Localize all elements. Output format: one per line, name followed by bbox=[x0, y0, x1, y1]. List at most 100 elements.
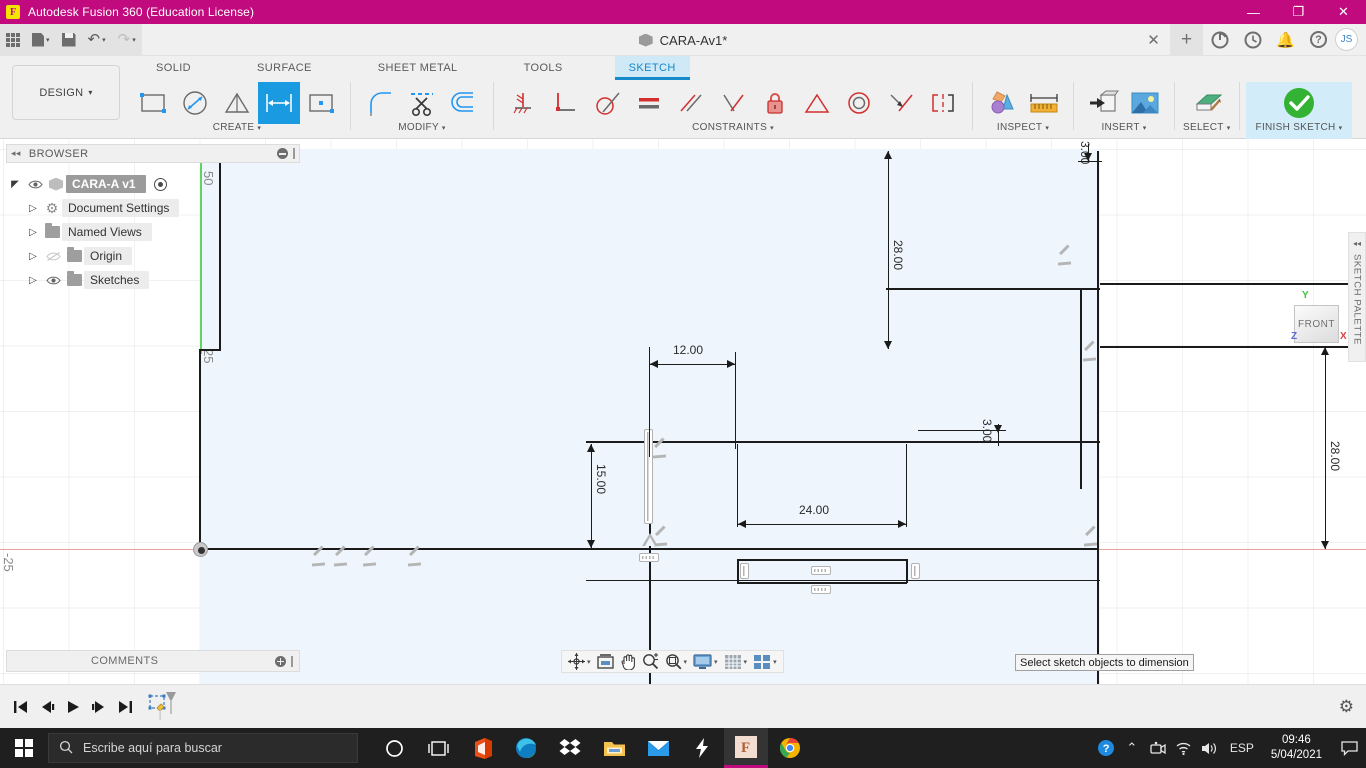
inspect-shapes-icon[interactable] bbox=[981, 82, 1023, 124]
expand-arrow-icon[interactable]: ▷ bbox=[24, 227, 42, 238]
expand-arrow-icon[interactable]: ▷ bbox=[24, 203, 42, 214]
coincident-constraint-slot-right[interactable] bbox=[911, 563, 920, 579]
select-brush-icon[interactable] bbox=[1186, 82, 1228, 124]
line-slot-icon[interactable] bbox=[216, 82, 258, 124]
step-forward-icon[interactable] bbox=[86, 692, 112, 722]
equal-icon[interactable] bbox=[628, 82, 670, 124]
zoom-icon[interactable] bbox=[639, 651, 662, 672]
slot-centerline[interactable] bbox=[586, 580, 1100, 581]
activate-component-radio[interactable] bbox=[153, 177, 167, 191]
volume-icon[interactable] bbox=[1197, 728, 1223, 768]
ellipse-icon[interactable] bbox=[174, 82, 216, 124]
visibility-eye-icon[interactable] bbox=[24, 179, 46, 190]
tab-tools[interactable]: TOOLS bbox=[510, 56, 577, 80]
chevron-down-icon[interactable]: ▾ bbox=[744, 658, 748, 666]
rectangle-icon[interactable] bbox=[132, 82, 174, 124]
orbit-icon[interactable]: ▾ bbox=[565, 651, 594, 672]
minimize-button[interactable]: — bbox=[1231, 0, 1276, 24]
expand-arrow-icon[interactable]: ▷ bbox=[24, 275, 42, 286]
dim-15-line[interactable] bbox=[591, 444, 592, 548]
coincident-constraint-slot-left[interactable] bbox=[740, 563, 749, 579]
expand-arrow-icon[interactable]: ◤ bbox=[6, 179, 24, 190]
mail-icon[interactable] bbox=[636, 728, 680, 768]
step-back-icon[interactable] bbox=[34, 692, 60, 722]
dim-28-right-text[interactable]: 28.00 bbox=[1328, 441, 1342, 471]
sketch-palette-tab[interactable]: ◂◂ SKETCH PALETTE bbox=[1348, 232, 1366, 362]
fillet-icon[interactable] bbox=[359, 82, 401, 124]
profile-edge-inner-vertical[interactable] bbox=[1080, 289, 1082, 489]
timeline-settings-icon[interactable]: ⚙ bbox=[1339, 697, 1354, 717]
dim-24-text[interactable]: 24.00 bbox=[799, 503, 829, 517]
comments-panel[interactable]: COMMENTS bbox=[6, 650, 300, 672]
expand-arrow-icon[interactable]: ▷ bbox=[24, 251, 42, 262]
perpendicular-constraint-3[interactable] bbox=[362, 552, 378, 568]
new-document-icon[interactable]: ▾ bbox=[26, 24, 56, 56]
pan-hand-icon[interactable] bbox=[617, 651, 639, 672]
apps-grid-icon[interactable] bbox=[0, 24, 26, 56]
look-at-icon[interactable] bbox=[594, 651, 617, 672]
comments-resize-grip[interactable] bbox=[291, 655, 293, 667]
dim-28-left-text[interactable]: 28.00 bbox=[891, 240, 905, 270]
coincident-constraint-slot-center[interactable] bbox=[811, 566, 831, 575]
view-cube[interactable]: FRONT Y X Z bbox=[1291, 290, 1347, 343]
tree-item-cara-a-v1[interactable]: ◤ CARA-A v1 bbox=[6, 172, 300, 196]
help-icon[interactable]: ? bbox=[1302, 24, 1335, 56]
finish-sketch-check-icon[interactable] bbox=[1278, 82, 1320, 124]
perpendicular-constraint-2[interactable] bbox=[333, 552, 349, 568]
profile-edge-top-right[interactable] bbox=[1100, 283, 1366, 285]
play-icon[interactable] bbox=[60, 692, 86, 722]
perpendicular-constraint-4[interactable] bbox=[407, 552, 423, 568]
coincident-constraint-bottom[interactable] bbox=[639, 553, 659, 562]
save-icon[interactable] bbox=[56, 24, 82, 56]
go-to-beginning-icon[interactable] bbox=[8, 692, 34, 722]
concentric-icon[interactable] bbox=[838, 82, 880, 124]
profile-edge-top-left[interactable] bbox=[886, 288, 1100, 290]
maximize-button[interactable]: ❐ bbox=[1276, 0, 1321, 24]
display-settings-icon[interactable]: ▾ bbox=[690, 651, 721, 672]
slot-edge-bottom[interactable] bbox=[737, 582, 907, 584]
chevron-down-icon[interactable]: ▾ bbox=[102, 36, 106, 44]
office-icon[interactable] bbox=[460, 728, 504, 768]
perpendicular-constraint-9[interactable] bbox=[1083, 532, 1099, 548]
measure-ruler-icon[interactable] bbox=[1023, 82, 1065, 124]
tab-close-button[interactable]: ✕ bbox=[1137, 24, 1170, 56]
visibility-eye-icon[interactable] bbox=[42, 275, 64, 286]
design-workspace-selector[interactable]: DESIGN ▾ bbox=[12, 65, 120, 120]
taskbar-clock[interactable]: 09:46 5/04/2021 bbox=[1261, 733, 1332, 763]
symmetry-icon[interactable] bbox=[922, 82, 964, 124]
tab-sheet-metal[interactable]: SHEET METAL bbox=[364, 56, 472, 80]
view-cube-front-face[interactable]: FRONT bbox=[1294, 305, 1339, 343]
tab-sketch[interactable]: SKETCH bbox=[614, 56, 690, 80]
tree-item-sketches[interactable]: ▷ Sketches bbox=[6, 268, 300, 292]
horizontal-vertical-icon[interactable] bbox=[544, 82, 586, 124]
google-chrome-icon[interactable] bbox=[768, 728, 812, 768]
undo-button[interactable]: ↶ ▾ bbox=[82, 24, 112, 56]
close-button[interactable]: ✕ bbox=[1321, 0, 1366, 24]
job-status-icon[interactable] bbox=[1203, 24, 1236, 56]
perpendicular-constraint-1[interactable] bbox=[311, 552, 327, 568]
midpoint-constraint-glyph[interactable] bbox=[642, 533, 658, 546]
grid-snaps-icon[interactable]: ▾ bbox=[721, 651, 751, 672]
collinear-icon[interactable] bbox=[880, 82, 922, 124]
wifi-icon[interactable] bbox=[1171, 728, 1197, 768]
fix-lock-icon[interactable] bbox=[754, 82, 796, 124]
chevron-down-icon[interactable]: ▾ bbox=[132, 36, 136, 44]
tangent-icon[interactable] bbox=[586, 82, 628, 124]
fix-ground-icon[interactable] bbox=[502, 82, 544, 124]
cortana-icon[interactable] bbox=[372, 728, 416, 768]
taskbar-search-input[interactable]: Escribe aquí para buscar bbox=[48, 733, 358, 763]
insert-derive-icon[interactable] bbox=[1082, 82, 1124, 124]
add-comment-icon[interactable] bbox=[275, 655, 286, 667]
perpendicular-constraint-8[interactable] bbox=[1082, 347, 1098, 363]
notifications-bell-icon[interactable]: 🔔 bbox=[1269, 24, 1302, 56]
viewports-icon[interactable]: ▾ bbox=[750, 651, 780, 672]
browser-collapse-all-icon[interactable] bbox=[277, 148, 288, 159]
chevron-down-icon[interactable]: ▾ bbox=[587, 658, 591, 666]
perpendicular-constraint-5[interactable] bbox=[652, 444, 668, 460]
profile-edge-right-vertical[interactable] bbox=[1097, 151, 1099, 684]
parallel-icon[interactable] bbox=[670, 82, 712, 124]
chevron-up-icon[interactable]: ⌃ bbox=[1119, 728, 1145, 768]
language-indicator[interactable]: ESP bbox=[1223, 728, 1261, 768]
tree-item-origin[interactable]: ▷ Origin bbox=[6, 244, 300, 268]
dim-3-right-text[interactable]: 3.00 bbox=[980, 419, 994, 442]
